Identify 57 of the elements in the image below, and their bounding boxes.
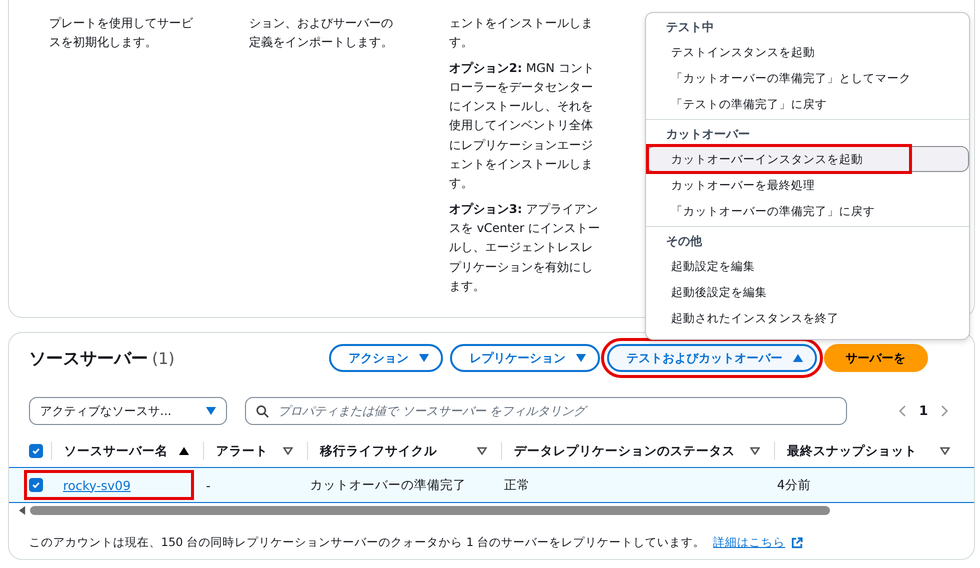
scrollbar-thumb[interactable] bbox=[30, 506, 830, 514]
scroll-left-icon[interactable] bbox=[19, 506, 26, 514]
check-icon bbox=[31, 480, 41, 490]
menu-item[interactable]: 起動後設定を編集 bbox=[646, 279, 969, 305]
panel-title: ソースサーバー bbox=[29, 348, 148, 370]
external-link-icon bbox=[791, 536, 804, 548]
chevron-left-icon[interactable] bbox=[899, 405, 907, 417]
menu-group-heading: その他 bbox=[665, 233, 703, 250]
menu-item[interactable]: 「カットオーバーの準備完了」としてマーク bbox=[646, 65, 969, 91]
menu-item[interactable]: カットオーバーインスタンスを起動 bbox=[646, 146, 969, 172]
description-text: ェントをインストールします。 bbox=[449, 15, 594, 52]
chevron-right-icon[interactable] bbox=[940, 405, 948, 417]
search-icon bbox=[256, 405, 269, 418]
item-count: (1) bbox=[152, 348, 175, 368]
menu-item[interactable]: 「カットオーバーの準備完了」に戻す bbox=[646, 198, 969, 224]
dropdown-button[interactable]: アクション bbox=[328, 344, 443, 372]
table-cell: 正常 bbox=[504, 476, 530, 492]
description-text: オプション2: MGN コントローラーをデータセンターにインストールし、それを使用してインベントリ全体にレプリケーションエージェントをインストールします。 bbox=[449, 60, 596, 192]
description-text: ション、およびサーバーの定義をインポートします。 bbox=[249, 15, 394, 52]
menu-item[interactable]: 起動設定を編集 bbox=[646, 253, 969, 279]
menu-group-heading: カットオーバー bbox=[665, 126, 751, 143]
sort-icon[interactable] bbox=[477, 447, 487, 455]
sort-icon[interactable] bbox=[940, 447, 950, 455]
menu-item[interactable]: 「テストの準備完了」に戻す bbox=[646, 91, 969, 117]
description-text: プレートを使用してサービスを初期化します。 bbox=[49, 15, 194, 52]
description-text: オプション3: アプライアンスを vCenter にインストールし、エージェントレスレプリケーションを有効にします。 bbox=[449, 200, 601, 295]
add-server-button[interactable]: サーバーを bbox=[824, 344, 928, 372]
column-header[interactable]: アラート bbox=[216, 442, 268, 460]
caret-icon bbox=[576, 354, 586, 362]
search-field[interactable]: プロパティまたは値で ソースサーバー をフィルタリング bbox=[245, 397, 847, 425]
learn-more-link[interactable]: 詳細はこちら bbox=[713, 535, 786, 550]
table-cell: - bbox=[206, 478, 211, 492]
column-header[interactable]: 最終スナップショット bbox=[787, 442, 917, 460]
menu-item[interactable]: カットオーバーを最終処理 bbox=[646, 172, 969, 198]
checkbox[interactable] bbox=[29, 478, 43, 492]
menu-item[interactable]: テストインスタンスを起動 bbox=[646, 39, 969, 65]
sort-ascending-icon[interactable] bbox=[179, 447, 189, 455]
check-icon bbox=[31, 446, 41, 456]
menu-group-heading: テスト中 bbox=[665, 19, 715, 36]
table-cell: カットオーバーの準備完了 bbox=[310, 476, 466, 492]
dropdown-button[interactable]: レプリケーション bbox=[450, 344, 600, 372]
quota-text: このアカウントは現在、150 台の同時レプリケーションサーバーのクォータから 1 台のサーバーをレプリケートしています。 bbox=[29, 535, 706, 550]
sort-icon[interactable] bbox=[283, 447, 293, 455]
caret-icon bbox=[418, 354, 429, 362]
menu-item[interactable]: 起動されたインスタンスを終了 bbox=[646, 305, 969, 331]
filter-select[interactable]: アクティブなソースサ... bbox=[29, 397, 227, 425]
caret-icon bbox=[792, 354, 803, 362]
column-header[interactable]: データレプリケーションのステータス bbox=[514, 442, 735, 460]
page-number[interactable]: 1 bbox=[919, 404, 928, 418]
caret-icon bbox=[206, 407, 216, 415]
column-header[interactable]: 移行ライフサイクル bbox=[320, 442, 437, 460]
table-cell: 4分前 bbox=[777, 476, 811, 492]
table-row[interactable]: rocky-sv09 - カットオーバーの準備完了 正常 4分前 bbox=[9, 467, 974, 503]
server-name-link[interactable]: rocky-sv09 bbox=[63, 478, 131, 492]
column-header[interactable]: ソースサーバー名 bbox=[64, 442, 168, 460]
checkbox[interactable] bbox=[29, 444, 43, 458]
sort-icon[interactable] bbox=[750, 447, 760, 455]
